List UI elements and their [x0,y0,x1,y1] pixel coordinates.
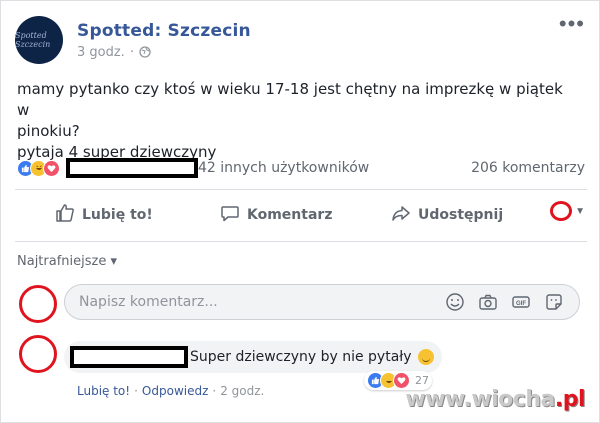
post-card: Spotted Szczecin Spotted: Szczecin 3 god… [0,0,600,423]
divider [15,189,587,190]
gif-icon[interactable]: GIF [510,291,532,313]
thumbs-up-icon [55,203,75,227]
globe-icon [139,46,151,58]
comment-button[interactable]: Komentarz [220,203,332,227]
comment-like-link[interactable]: Lubię to! [77,384,130,398]
svg-text:GIF: GIF [516,301,526,307]
like-label: Lubię to! [82,207,153,223]
love-icon [43,159,60,177]
speech-bubble-icon [220,203,240,227]
comment-reaction-count: 27 [415,374,429,387]
divider [15,241,587,242]
more-options-icon[interactable]: ••• [559,13,585,35]
comment-bubble: Super dziewczyny by nie pytały [64,341,442,373]
share-arrow-icon [391,203,411,227]
avatar-label: Spotted Szczecin [15,31,51,49]
post-time[interactable]: 3 godz. [77,45,125,60]
composer-icons: GIF [444,291,565,313]
like-button[interactable]: Lubię to! [55,203,153,227]
comment-reply-link[interactable]: Odpowiedz [142,384,208,398]
camera-icon[interactable] [477,291,499,313]
post-text-line-2: pinokiu? [17,122,80,140]
page-name[interactable]: Spotted: Szczecin [77,21,251,41]
post-text-line-1: mamy pytanko czy ktoś w wieku 17-18 jest… [17,80,563,119]
share-label: Udostępnij [418,207,504,223]
commenter-avatar[interactable] [19,335,57,373]
reactions-summary: 42 innych użytkowników 206 komentarzy [17,157,587,179]
reaction-icons[interactable] [17,159,60,177]
red-circle-annotation [550,201,573,221]
sticker-icon[interactable] [543,291,565,313]
comment-actions: Lubię to! · Odpowiedz · 2 godz. [77,384,265,398]
comment-label: Komentarz [247,207,333,223]
post-body: mamy pytanko czy ktoś w wieku 17-18 jest… [17,79,577,163]
post-header: Spotted Szczecin Spotted: Szczecin 3 god… [15,15,251,65]
post-meta: 3 godz. · [77,45,251,60]
share-button[interactable]: Udostępnij [391,203,503,227]
composer-avatar[interactable] [19,285,57,323]
reactions-others-count[interactable]: 42 innych użytkowników [198,160,369,176]
redacted-name-box [66,158,198,178]
comment-text: Super dziewczyny by nie pytały [190,349,412,365]
smiling-emoji-icon [417,349,434,365]
comment-sort-dropdown[interactable]: Najtrafniejsze ▾ [17,254,117,269]
watermark-prefix: www.wiocha [405,387,555,412]
emoji-icon[interactable] [444,291,466,313]
comment-input-placeholder[interactable]: Napisz komentarz... [79,294,444,310]
watermark-logo: www.wiocha.pl [405,387,585,412]
action-bar: Lubię to! Komentarz Udostępnij [15,195,587,235]
watermark-suffix: .pl [554,387,586,412]
comment-time[interactable]: 2 godz. [220,384,264,398]
chevron-down-icon: ▼ [575,205,585,217]
comment-composer[interactable]: Napisz komentarz... GIF [64,284,580,320]
comments-count[interactable]: 206 komentarzy [471,160,585,176]
page-avatar[interactable]: Spotted Szczecin [15,16,63,64]
audience-reaction-selector[interactable]: ▼ [550,201,585,221]
header-text: Spotted: Szczecin 3 godz. · [77,21,251,60]
redacted-commenter-name [70,346,188,368]
